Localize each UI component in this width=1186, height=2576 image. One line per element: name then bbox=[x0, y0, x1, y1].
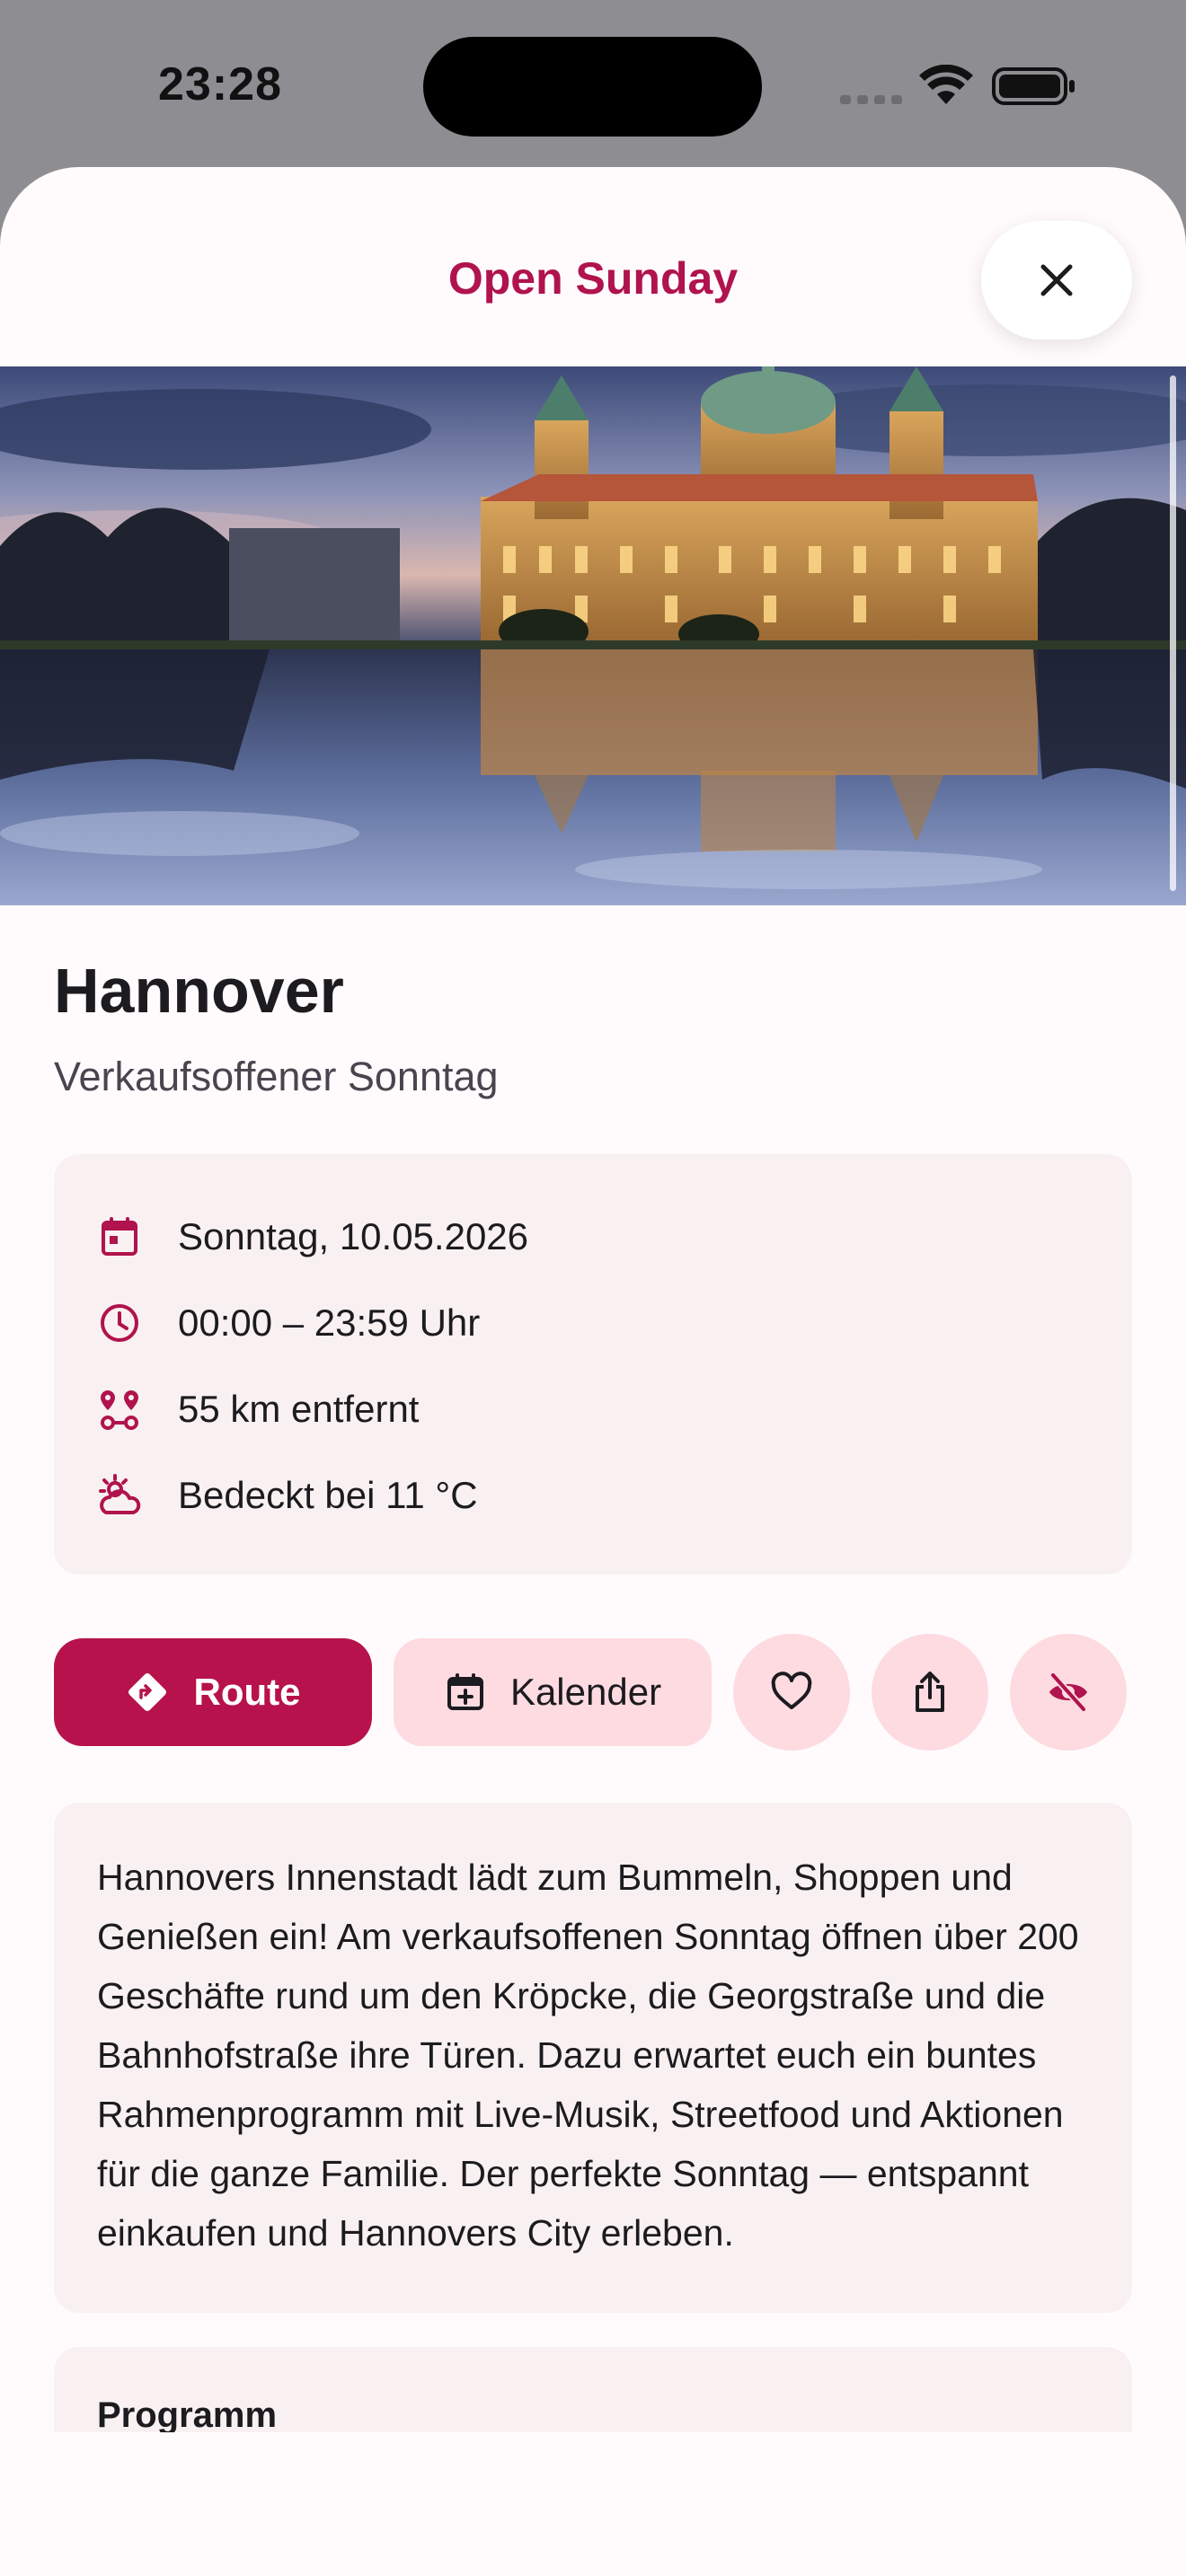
event-description: Hannovers Innenstadt lädt zum Bummeln, S… bbox=[97, 1857, 1079, 2254]
battery-icon bbox=[992, 67, 1075, 105]
event-time: 00:00 – 23:59 Uhr bbox=[178, 1301, 481, 1344]
calendar-icon bbox=[102, 1217, 137, 1256]
heart-icon bbox=[771, 1672, 812, 1709]
programm-title: Programm bbox=[97, 2395, 278, 2432]
share-button[interactable] bbox=[872, 1634, 988, 1751]
wifi-icon bbox=[919, 65, 973, 104]
status-bar: 23:28 bbox=[0, 0, 1186, 167]
sheet-header: Open Sunday bbox=[0, 167, 1186, 366]
clock-icon bbox=[101, 1304, 138, 1342]
add-to-calendar-button[interactable]: Kalender bbox=[394, 1638, 712, 1746]
distance-pins-icon bbox=[101, 1390, 138, 1430]
event-title: Hannover bbox=[54, 956, 344, 1026]
event-distance: 55 km entfernt bbox=[178, 1388, 420, 1430]
hero-image bbox=[0, 366, 1186, 905]
eye-off-icon bbox=[1049, 1672, 1087, 1713]
cellular-signal-icon bbox=[840, 95, 902, 104]
action-bar: Route Kalender bbox=[54, 1634, 1132, 1751]
distance-row: 55 km entfernt bbox=[97, 1366, 1089, 1452]
event-date: Sonntag, 10.05.2026 bbox=[178, 1215, 529, 1257]
description-card: Hannovers Innenstadt lädt zum Bummeln, S… bbox=[54, 1803, 1132, 2313]
dynamic-island bbox=[423, 37, 762, 137]
favorite-button[interactable] bbox=[733, 1634, 850, 1751]
close-button[interactable] bbox=[981, 221, 1132, 340]
share-icon bbox=[916, 1672, 944, 1712]
status-time: 23:28 bbox=[158, 58, 282, 110]
time-row: 00:00 – 23:59 Uhr bbox=[97, 1280, 1089, 1366]
event-info-card: Sonntag, 10.05.2026 00:00 – 23:59 Uhr 55… bbox=[54, 1154, 1132, 1575]
weather-row: Bedeckt bei 11 °C bbox=[97, 1452, 1089, 1539]
calendar-add-icon bbox=[447, 1673, 483, 1710]
programm-card: Programm bbox=[54, 2347, 1132, 2432]
route-button-label: Route bbox=[193, 1671, 301, 1713]
event-detail-sheet: Open Sunday Hannover Verkaufsoffener Son… bbox=[0, 167, 1186, 2576]
route-button[interactable]: Route bbox=[54, 1638, 372, 1746]
partly-cloudy-icon bbox=[99, 1474, 141, 1514]
event-weather: Bedeckt bei 11 °C bbox=[178, 1474, 478, 1516]
directions-icon bbox=[128, 1673, 166, 1711]
event-subtitle: Verkaufsoffener Sonntag bbox=[54, 1054, 499, 1099]
hide-event-button[interactable] bbox=[1010, 1634, 1127, 1751]
event-content: Hannover Verkaufsoffener Sonntag Sonntag… bbox=[54, 905, 1132, 2432]
scroll-indicator[interactable] bbox=[1170, 375, 1176, 891]
date-row: Sonntag, 10.05.2026 bbox=[97, 1194, 1089, 1280]
calendar-button-label: Kalender bbox=[509, 1671, 662, 1713]
close-icon bbox=[1040, 264, 1073, 296]
bottom-safe-area bbox=[0, 2483, 1186, 2576]
